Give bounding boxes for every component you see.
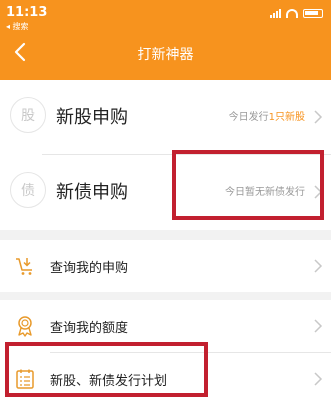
page-title: 打新神器 [137, 47, 194, 63]
ipo-today-prefix: 今日发行 [228, 112, 269, 123]
status-bar-right [270, 8, 323, 18]
ipo-today-info: 今日发行1只新股 [229, 108, 305, 123]
menu-item-label: 查询我的申购 [50, 261, 129, 276]
wifi-icon [286, 8, 298, 18]
award-ribbon-icon [18, 316, 32, 337]
chevron-right-icon [314, 319, 323, 333]
battery-icon [303, 8, 323, 18]
chevron-right-icon [314, 259, 323, 273]
chevron-right-icon [314, 110, 323, 124]
bond-icon: 债 [10, 172, 46, 208]
signal-icon [270, 8, 281, 18]
ipo-subscription-row[interactable]: 股 新股申购 今日发行1只新股 [0, 80, 331, 154]
highlight-box-bond [172, 150, 324, 220]
cart-download-icon [16, 258, 32, 275]
highlight-box-plan [5, 342, 208, 397]
status-time: 11:13 [6, 5, 48, 20]
menu-item-label: 查询我的额度 [50, 321, 129, 336]
ipo-today-count: 1只新股 [268, 112, 305, 123]
chevron-right-icon [314, 372, 323, 386]
bond-subscription-label: 新债申购 [56, 182, 128, 203]
header-bar: 11:13 ◂ 搜索 打新神器 [0, 0, 331, 80]
ipo-subscription-label: 新股申购 [56, 107, 128, 128]
menu-block-1: 查询我的申购 [0, 240, 331, 292]
stock-icon: 股 [10, 97, 46, 133]
menu-item-my-subscriptions[interactable]: 查询我的申购 [0, 240, 331, 292]
back-to-app-link[interactable]: ◂ 搜索 [6, 21, 47, 32]
status-bar-left: 11:13 ◂ 搜索 [6, 5, 47, 32]
